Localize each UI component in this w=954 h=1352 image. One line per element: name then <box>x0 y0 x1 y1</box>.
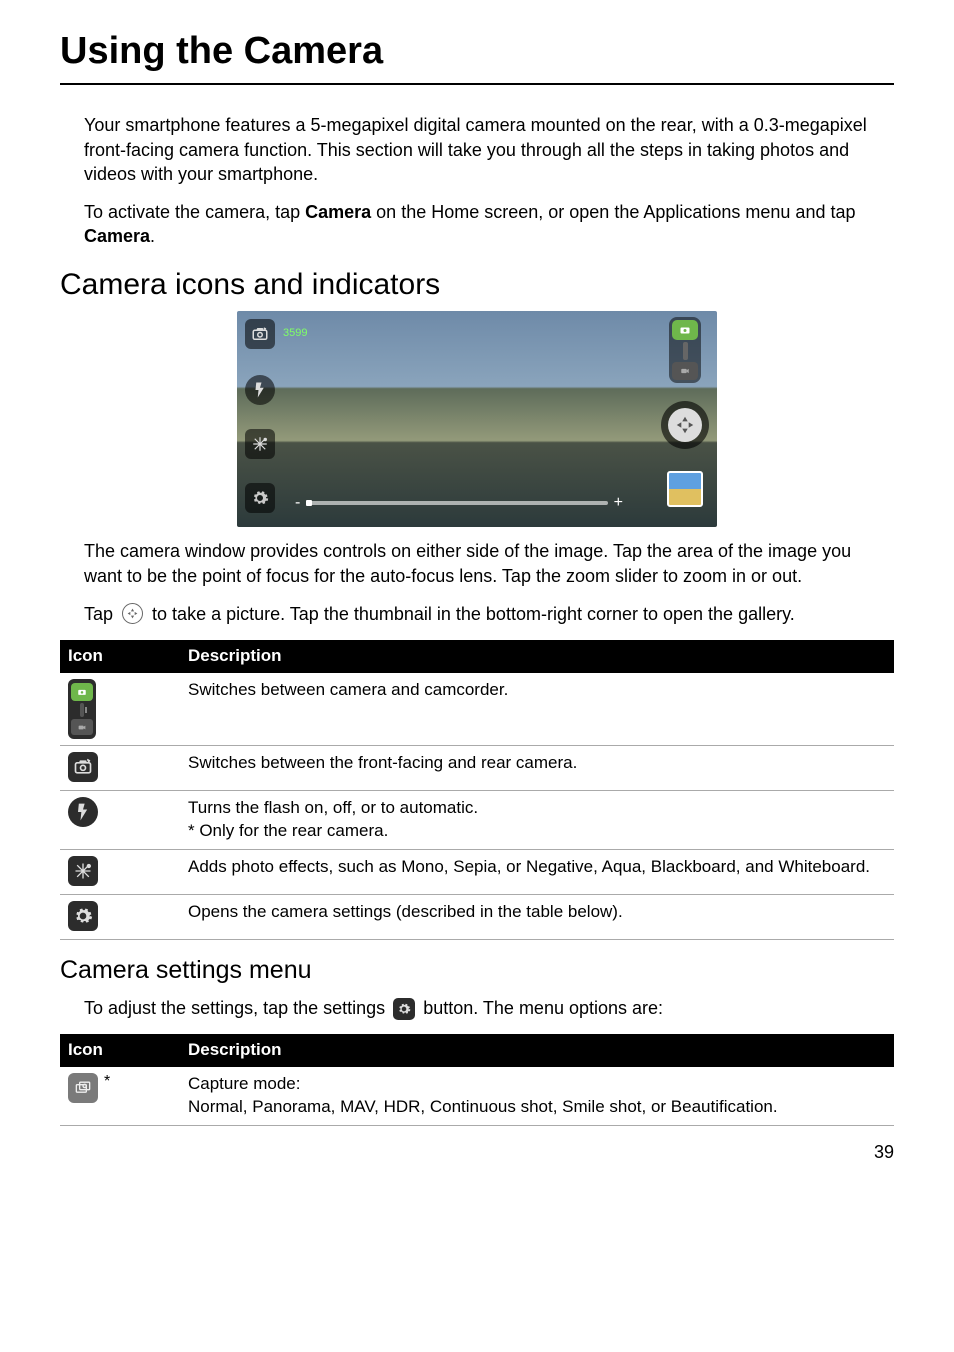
text: To adjust the settings, tap the settings <box>84 998 390 1018</box>
settings-heading: Camera settings menu <box>60 954 894 988</box>
icons-heading: Camera icons and indicators <box>60 265 894 306</box>
desc: Adds photo effects, such as Mono, Sepia,… <box>180 849 894 894</box>
settings-icon <box>245 483 275 513</box>
settings-table: Icon Description * Capture mode: Normal,… <box>60 1034 894 1126</box>
settings-icon <box>68 901 98 931</box>
page-title: Using the Camera <box>60 26 894 85</box>
col-desc: Description <box>180 1034 894 1067</box>
camera-word-2: Camera <box>84 226 150 246</box>
activate-para: To activate the camera, tap Camera on th… <box>60 200 894 249</box>
zoom-minus: - <box>295 492 300 514</box>
text: Tap <box>84 604 118 624</box>
effects-icon <box>68 856 98 886</box>
table-row: Turns the flash on, off, or to automatic… <box>60 791 894 850</box>
table-row: * Capture mode: Normal, Panorama, MAV, H… <box>60 1067 894 1125</box>
settings-intro: To adjust the settings, tap the settings… <box>60 996 894 1020</box>
tap-para: Tap to take a picture. Tap the thumbnail… <box>60 602 894 626</box>
camera-screenshot: 3599 - + <box>237 311 717 527</box>
text: To activate the camera, tap <box>84 202 305 222</box>
table-row: Switches between the front-facing and re… <box>60 746 894 791</box>
flash-icon <box>68 797 98 827</box>
text: . <box>150 226 155 246</box>
desc: Switches between the front-facing and re… <box>180 746 894 791</box>
window-para: The camera window provides controls on e… <box>60 539 894 588</box>
table-row: Switches between camera and camcorder. <box>60 673 894 746</box>
col-icon: Icon <box>60 1034 180 1067</box>
desc: Opens the camera settings (described in … <box>180 894 894 939</box>
text: to take a picture. Tap the thumbnail in … <box>152 604 795 624</box>
mode-toggle-icon <box>669 317 701 383</box>
table-row: Opens the camera settings (described in … <box>60 894 894 939</box>
text: * Only for the rear camera. <box>188 821 388 840</box>
camera-camcorder-toggle-icon <box>68 679 96 739</box>
settings-inline-icon <box>393 998 415 1020</box>
asterisk: * <box>104 1071 110 1093</box>
zoom-slider: - + <box>295 489 623 517</box>
col-desc: Description <box>180 640 894 673</box>
desc: Switches between camera and camcorder. <box>180 673 894 746</box>
intro-para: Your smartphone features a 5-megapixel d… <box>60 113 894 186</box>
text: on the Home screen, or open the Applicat… <box>371 202 855 222</box>
zoom-plus: + <box>614 492 623 514</box>
text: button. The menu options are: <box>423 998 663 1018</box>
desc: Capture mode: Normal, Panorama, MAV, HDR… <box>180 1067 894 1125</box>
shutter-button-icon <box>661 401 709 449</box>
gallery-thumbnail-icon <box>667 471 703 507</box>
icons-table: Icon Description Switches between camera… <box>60 640 894 940</box>
capture-mode-icon <box>68 1073 98 1103</box>
shot-count: 3599 <box>283 326 307 341</box>
switch-camera-icon <box>245 319 275 349</box>
text: Turns the flash on, off, or to automatic… <box>188 798 478 817</box>
shutter-inline-icon <box>122 603 143 624</box>
front-rear-switch-icon <box>68 752 98 782</box>
col-icon: Icon <box>60 640 180 673</box>
camera-word-1: Camera <box>305 202 371 222</box>
flash-icon <box>245 375 275 405</box>
desc: Turns the flash on, off, or to automatic… <box>180 791 894 850</box>
text: Capture mode: <box>188 1074 300 1093</box>
page-number: 39 <box>60 1140 894 1164</box>
effects-icon <box>245 429 275 459</box>
text: Normal, Panorama, MAV, HDR, Continuous s… <box>188 1097 778 1116</box>
table-row: Adds photo effects, such as Mono, Sepia,… <box>60 849 894 894</box>
